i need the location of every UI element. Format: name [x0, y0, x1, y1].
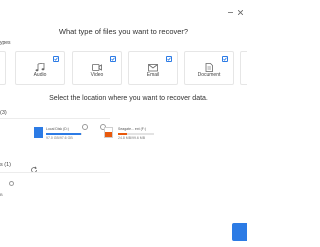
drives-section-label: (3) — [0, 110, 7, 116]
recovery-page: What type of files you want to recover? … — [0, 0, 247, 247]
drive-usage-fill — [46, 133, 82, 135]
file-type-card-audio[interactable]: Audio — [15, 51, 65, 85]
drive-name: Seagate... ext (F:) — [118, 127, 147, 131]
document-checkbox[interactable] — [222, 56, 228, 62]
drive-radio[interactable] — [82, 124, 88, 130]
close-icon[interactable] — [237, 2, 244, 16]
email-label: Email — [146, 72, 160, 78]
document-icon — [204, 59, 214, 72]
email-checkbox[interactable] — [166, 56, 172, 62]
file-type-card-email[interactable]: Email — [128, 51, 178, 85]
file-type-card-other[interactable] — [240, 51, 247, 85]
drive-size: 24.8 MB/99.6 MB — [118, 136, 146, 140]
video-checkbox[interactable] — [110, 56, 116, 62]
window-top-bar — [0, 0, 247, 16]
refresh-icon[interactable] — [30, 161, 38, 173]
video-label: Video — [90, 72, 104, 78]
music-note-icon — [35, 59, 45, 72]
other-divider — [0, 172, 110, 173]
file-type-card-video[interactable]: Video — [72, 51, 122, 85]
drive-usage-fill — [118, 133, 127, 135]
audio-label: Audio — [33, 72, 47, 78]
disk-icon — [34, 127, 43, 138]
file-type-card-all[interactable] — [0, 51, 6, 85]
audio-checkbox[interactable] — [53, 56, 59, 62]
drive-usage-bar — [46, 133, 82, 135]
drive-seagate-f[interactable]: Seagate... ext (F:) 24.8 MB/99.6 MB — [100, 124, 170, 146]
file-type-card-document[interactable]: Document — [184, 51, 234, 85]
minimize-icon[interactable] — [228, 2, 233, 13]
other-locations-label: s (1) — [0, 162, 11, 168]
document-label: Document — [197, 72, 221, 78]
drive-usage-bar — [118, 133, 154, 135]
email-icon — [148, 59, 158, 72]
scan-button[interactable] — [232, 223, 247, 241]
video-icon — [92, 59, 102, 71]
file-type-question: What type of files you want to recover? — [58, 27, 189, 36]
other-location-radio[interactable] — [9, 181, 14, 186]
external-disk-icon — [104, 127, 113, 138]
drive-name: Local Disk (D:) — [46, 127, 69, 131]
drive-size: 97.0 GB/97.6 GB — [46, 136, 73, 140]
drives-divider — [0, 118, 110, 119]
location-question: Select the location where you want to re… — [49, 95, 208, 102]
other-location-size: B — [0, 192, 3, 197]
all-types-label: ypes — [0, 40, 11, 46]
drive-local-disk-d[interactable]: Local Disk (D:) 97.0 GB/97.6 GB — [30, 124, 90, 146]
